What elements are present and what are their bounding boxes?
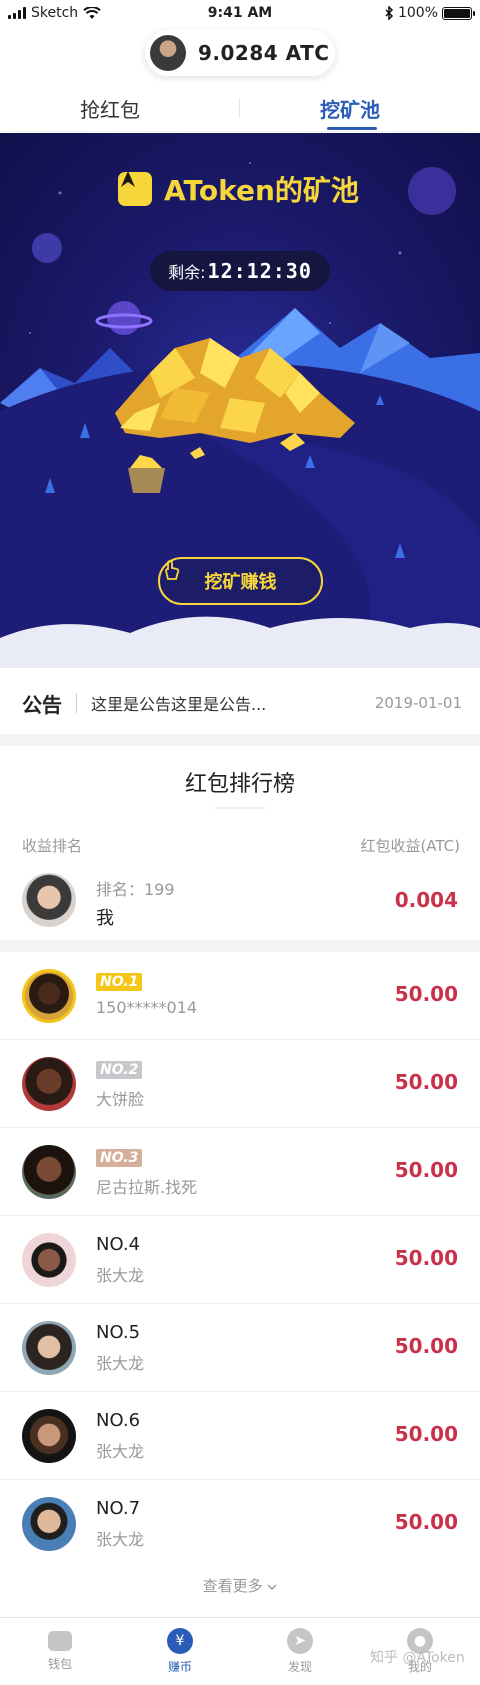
avatar [22,969,76,1023]
list-item[interactable]: NO.6 张大龙 50.00 [0,1392,480,1480]
ranking-title: 红包排行榜 [184,772,295,797]
rank-badge-3: NO.3 [96,1149,143,1167]
yen-icon: ¥ [167,1628,193,1654]
list-item[interactable]: NO.4 张大龙 50.00 [0,1216,480,1304]
battery-label: 100% [397,5,438,21]
planet-left [32,233,62,263]
avatar [22,1409,76,1463]
row-name: 张大龙 [96,1442,145,1461]
avatar [22,1145,76,1199]
see-more-label: 查看更多 [202,1577,263,1595]
notice-badge: 公告 [22,692,62,717]
row-rank: NO.4 [96,1234,141,1255]
section-divider [0,734,480,746]
notice-date: 2019-01-01 [374,694,462,712]
avatar [22,873,76,927]
nav-wallet[interactable]: 钱包 [0,1618,120,1685]
row-name: 张大龙 [96,1354,145,1373]
row-amount: 50.00 [394,1510,458,1534]
col-header-rank: 收益排名 [22,837,83,855]
row-name: 张大龙 [96,1530,145,1549]
battery-icon [442,6,475,20]
row-name: 张大龙 [96,1266,145,1285]
avatar [22,1057,76,1111]
rank-badge-2: NO.2 [96,1061,143,1079]
row-rank: NO.6 [96,1410,141,1431]
list-item[interactable]: NO.5 张大龙 50.00 [0,1304,480,1392]
ringed-planet [95,301,153,335]
my-rank-row: 排名：199 我 0.004 [0,864,480,938]
hero-title-text: AToken的矿池 [164,174,359,207]
status-bar: Sketch 9:41 AM 100% [0,0,480,28]
row-amount: 50.00 [394,1334,458,1358]
notice-divider [76,693,77,713]
tab-active-indicator [327,127,377,130]
watermark: 知乎 @AToken [370,1650,465,1666]
rank-badge-1: NO.1 [96,973,143,991]
avatar [22,1321,76,1375]
avatar [150,35,186,71]
notice-bar[interactable]: 公告 这里是公告这里是公告... 2019-01-01 [0,672,480,734]
nav-earn[interactable]: ¥ 赚币 [120,1618,240,1685]
ranking-list: NO.1 150*****014 50.00 NO.2 大饼脸 50.00 NO… [0,952,480,1568]
list-item[interactable]: NO.3 尼古拉斯.找死 50.00 [0,1128,480,1216]
row-name: 150*****014 [96,998,198,1017]
compass-icon: ➤ [287,1628,313,1654]
row-amount: 50.00 [394,1158,458,1182]
row-amount: 50.00 [394,1246,458,1270]
tab-mining-pool[interactable]: 挖矿池 [320,94,380,123]
row-name: 大饼脸 [96,1090,145,1109]
tab-divider [239,98,240,118]
row-amount: 50.00 [394,1422,458,1446]
wallet-icon [48,1631,72,1651]
nav-discover[interactable]: ➤ 发现 [240,1618,360,1685]
mine-earn-label: 挖矿赚钱 [204,572,277,593]
row-amount: 50.00 [394,1070,458,1094]
list-item[interactable]: NO.1 150*****014 50.00 [0,952,480,1040]
my-amount: 0.004 [394,888,458,912]
see-more-link[interactable]: 查看更多 [0,1575,480,1596]
section-divider [0,940,480,952]
balance-amount: 9.0284 ATC [198,41,330,65]
balance-pill[interactable]: 9.0284 ATC [145,30,335,76]
avatar [22,1233,76,1287]
row-rank: NO.5 [96,1322,141,1343]
my-rank-label: 排名：199 [96,880,175,899]
top-tabs: 抢红包 挖矿池 [0,82,480,132]
mine-earn-button[interactable]: 挖矿赚钱 [158,557,323,605]
tab-red-packet[interactable]: 抢红包 [80,94,140,123]
row-name: 尼古拉斯.找死 [96,1178,198,1197]
nav-label: 钱包 [47,1657,72,1671]
bluetooth-icon [385,6,394,20]
col-header-earnings: 红包收益(ATC) [360,837,460,855]
ranking-column-headers: 收益排名 红包收益(ATC) [22,835,460,856]
page: Sketch 9:41 AM 100% 9.0284 ATC 抢红包 挖矿池 A… [0,0,480,1685]
list-item[interactable]: NO.2 大饼脸 50.00 [0,1040,480,1128]
mining-hero: AToken的矿池 剩余: 12:12:30 挖矿赚钱 [0,133,480,668]
row-amount: 50.00 [394,982,458,1006]
timer-value: 12:12:30 [207,259,312,283]
notice-text: 这里是公告这里是公告... [91,695,267,714]
my-name: 我 [96,908,114,929]
countdown-timer: 剩余: 12:12:30 [150,251,330,291]
nav-label: 发现 [287,1660,312,1674]
hero-title: AToken的矿池 [118,169,359,209]
chevron-down-icon [267,1584,277,1591]
planet-right [408,167,456,215]
row-rank: NO.7 [96,1498,141,1519]
timer-label: 剩余: [168,263,206,282]
atoken-logo-icon [118,171,152,206]
avatar [22,1497,76,1551]
ranking-title-underline [215,807,265,809]
nav-label: 赚币 [167,1660,192,1674]
tap-hand-icon [165,560,180,580]
list-item[interactable]: NO.7 张大龙 50.00 [0,1480,480,1568]
